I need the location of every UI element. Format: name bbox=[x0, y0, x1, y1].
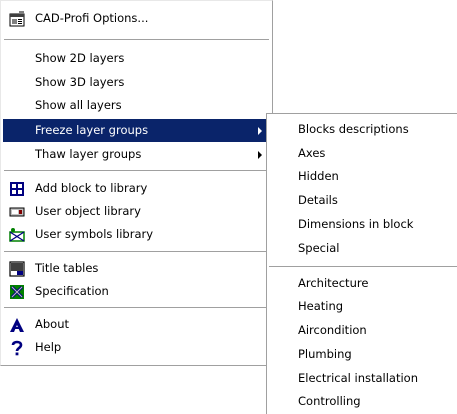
menu-item-label: Special bbox=[298, 241, 340, 255]
menu-item-title-tables[interactable]: Title tables bbox=[3, 257, 270, 280]
submenu-item-plumbing[interactable]: Plumbing bbox=[268, 343, 456, 366]
menu-separator bbox=[4, 39, 269, 41]
menu-item-label: Architecture bbox=[298, 276, 369, 290]
context-menu: CAD-Profi Options... Show 2D layers Show… bbox=[0, 0, 273, 366]
menu-item-specification[interactable]: Specification bbox=[3, 280, 270, 303]
submenu-item-hidden[interactable]: Hidden bbox=[268, 165, 456, 188]
menu-item-label: Heating bbox=[298, 299, 344, 313]
submenu-item-controlling[interactable]: Controlling bbox=[268, 390, 456, 413]
menu-separator bbox=[269, 266, 457, 268]
menu-item-label: User object library bbox=[35, 204, 141, 218]
menu-item-label: Aircondition bbox=[298, 323, 367, 337]
menu-item-label: Show 2D layers bbox=[35, 51, 125, 65]
menu-item-label: Add block to library bbox=[35, 181, 148, 195]
menu-item-freeze-layer-groups[interactable]: Freeze layer groups bbox=[3, 119, 270, 142]
menu-item-add-block-to-library[interactable]: Add block to library bbox=[3, 177, 270, 200]
menu-item-label: Help bbox=[35, 340, 62, 354]
help-icon bbox=[9, 340, 25, 356]
menu-separator bbox=[4, 251, 269, 253]
symbols-library-icon bbox=[9, 227, 25, 243]
title-table-icon bbox=[9, 261, 25, 277]
menu-item-label: Electrical installation bbox=[298, 371, 419, 385]
menu-separator bbox=[4, 307, 269, 309]
submenu-item-architecture[interactable]: Architecture bbox=[268, 272, 456, 295]
menu-item-show-2d-layers[interactable]: Show 2D layers bbox=[3, 47, 270, 70]
menu-item-label: Plumbing bbox=[298, 347, 352, 361]
menu-item-show-3d-layers[interactable]: Show 3D layers bbox=[3, 71, 270, 94]
submenu-item-heating[interactable]: Heating bbox=[268, 295, 456, 318]
menu-item-label: Show 3D layers bbox=[35, 75, 125, 89]
menu-item-user-symbols-library[interactable]: User symbols library bbox=[3, 223, 270, 246]
menu-item-cad-profi-options[interactable]: CAD-Profi Options... bbox=[3, 7, 270, 30]
menu-item-label: Hidden bbox=[298, 169, 339, 183]
submenu-item-special[interactable]: Special bbox=[268, 237, 456, 260]
menu-item-help[interactable]: Help bbox=[3, 336, 270, 359]
menu-item-label: Show all layers bbox=[35, 98, 122, 112]
freeze-layer-groups-submenu: Blocks descriptions Axes Hidden Details … bbox=[266, 113, 457, 414]
submenu-item-aircondition[interactable]: Aircondition bbox=[268, 319, 456, 342]
menu-item-label: Thaw layer groups bbox=[35, 147, 142, 161]
submenu-item-blocks-descriptions[interactable]: Blocks descriptions bbox=[268, 118, 456, 141]
object-library-icon bbox=[9, 204, 25, 220]
menu-item-label: Dimensions in block bbox=[298, 217, 414, 231]
options-dialog-icon bbox=[9, 11, 25, 27]
menu-item-about[interactable]: About bbox=[3, 313, 270, 336]
submenu-item-axes[interactable]: Axes bbox=[268, 142, 456, 165]
menu-item-label: Details bbox=[298, 193, 338, 207]
menu-item-label: Axes bbox=[298, 146, 326, 160]
block-library-icon bbox=[9, 181, 25, 197]
submenu-item-electrical-installation[interactable]: Electrical installation bbox=[268, 367, 456, 390]
menu-item-thaw-layer-groups[interactable]: Thaw layer groups bbox=[3, 143, 270, 166]
specification-icon bbox=[9, 284, 25, 300]
submenu-arrow-icon bbox=[258, 127, 262, 135]
menu-item-label: Freeze layer groups bbox=[35, 123, 149, 137]
about-icon bbox=[9, 317, 25, 333]
menu-item-label: Blocks descriptions bbox=[298, 122, 409, 136]
menu-item-label: User symbols library bbox=[35, 227, 154, 241]
submenu-item-details[interactable]: Details bbox=[268, 189, 456, 212]
menu-item-label: Controlling bbox=[298, 394, 361, 408]
menu-item-show-all-layers[interactable]: Show all layers bbox=[3, 94, 270, 117]
menu-item-label: About bbox=[35, 317, 70, 331]
menu-item-user-object-library[interactable]: User object library bbox=[3, 200, 270, 223]
menu-item-label: Title tables bbox=[35, 261, 99, 275]
menu-separator bbox=[4, 170, 269, 172]
menu-item-label: CAD-Profi Options... bbox=[35, 11, 149, 25]
submenu-arrow-icon bbox=[258, 151, 262, 159]
menu-item-label: Specification bbox=[35, 284, 109, 298]
submenu-item-dimensions-in-block[interactable]: Dimensions in block bbox=[268, 213, 456, 236]
